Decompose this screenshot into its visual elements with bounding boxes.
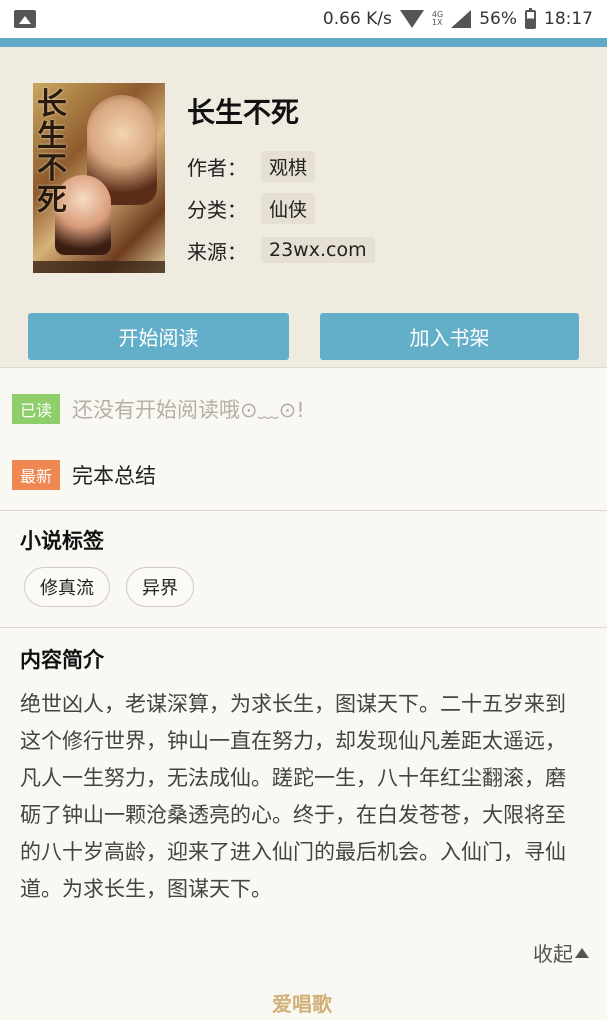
accent-bar: [0, 38, 607, 47]
cover-title: 长生不死: [37, 87, 67, 218]
category-label: 分类：: [187, 197, 247, 222]
read-progress-row[interactable]: 已读 还没有开始阅读哦⊙﹏⊙!: [12, 392, 595, 426]
add-to-shelf-button[interactable]: 加入书架: [320, 313, 579, 360]
collapse-label: 收起: [533, 942, 573, 966]
book-header: 长生不死 长生不死 作者： 观棋 分类： 仙侠 来源： 23wx.com 开始阅…: [0, 47, 607, 367]
book-title: 长生不死: [187, 96, 300, 129]
category-value[interactable]: 仙侠: [261, 192, 316, 224]
network-sub: 1X: [431, 18, 443, 27]
latest-chapter-text: 完本总结: [72, 464, 157, 488]
wifi-icon: [399, 10, 424, 28]
tag-item[interactable]: 异界: [126, 567, 194, 607]
start-reading-button[interactable]: 开始阅读: [28, 313, 289, 360]
triangle-up-icon: [575, 947, 589, 958]
cover-strip: [33, 261, 165, 273]
tag-item[interactable]: 修真流: [24, 567, 110, 607]
mobile-network-icon: 4G 1X: [432, 11, 443, 27]
source-label: 来源：: [187, 239, 247, 264]
watermark: 爱唱歌: [272, 992, 332, 1016]
image-notification-icon: [14, 10, 36, 28]
chapter-status: 已读 还没有开始阅读哦⊙﹏⊙! 最新 完本总结: [0, 368, 607, 510]
tag-list: 修真流 异界: [24, 567, 587, 607]
clock: 18:17: [544, 9, 593, 29]
read-progress-text: 还没有开始阅读哦⊙﹏⊙!: [72, 398, 305, 422]
book-cover[interactable]: 长生不死: [33, 83, 165, 273]
latest-badge: 最新: [12, 460, 61, 490]
collapse-button[interactable]: 收起: [533, 938, 589, 967]
source-value[interactable]: 23wx.com: [261, 237, 375, 263]
tags-section: 小说标签 修真流 异界: [0, 511, 607, 627]
author-row: 作者： 观棋: [187, 145, 375, 187]
status-bar: 0.66 K/s 4G 1X 56% 18:17: [0, 0, 607, 38]
signal-icon: [451, 10, 472, 28]
read-badge: 已读: [12, 394, 61, 424]
tags-title: 小说标签: [20, 529, 104, 553]
book-info: 长生不死 作者： 观棋 分类： 仙侠 来源： 23wx.com: [187, 91, 375, 271]
battery-percent: 56%: [479, 9, 517, 29]
author-value[interactable]: 观棋: [261, 150, 316, 182]
author-label: 作者：: [187, 155, 247, 180]
battery-icon: [525, 7, 536, 29]
source-row: 来源： 23wx.com: [187, 229, 375, 271]
category-row: 分类： 仙侠: [187, 187, 375, 229]
latest-chapter-row[interactable]: 最新 完本总结: [12, 458, 595, 492]
intro-text: 绝世凶人，老谋深算，为求长生，图谋天下。二十五岁来到这个修行世界，钟山一直在努力…: [20, 692, 566, 901]
network-speed: 0.66 K/s: [322, 9, 392, 29]
intro-section: 内容简介 绝世凶人，老谋深算，为求长生，图谋天下。二十五岁来到这个修行世界，钟山…: [0, 628, 607, 998]
intro-title: 内容简介: [20, 648, 104, 672]
